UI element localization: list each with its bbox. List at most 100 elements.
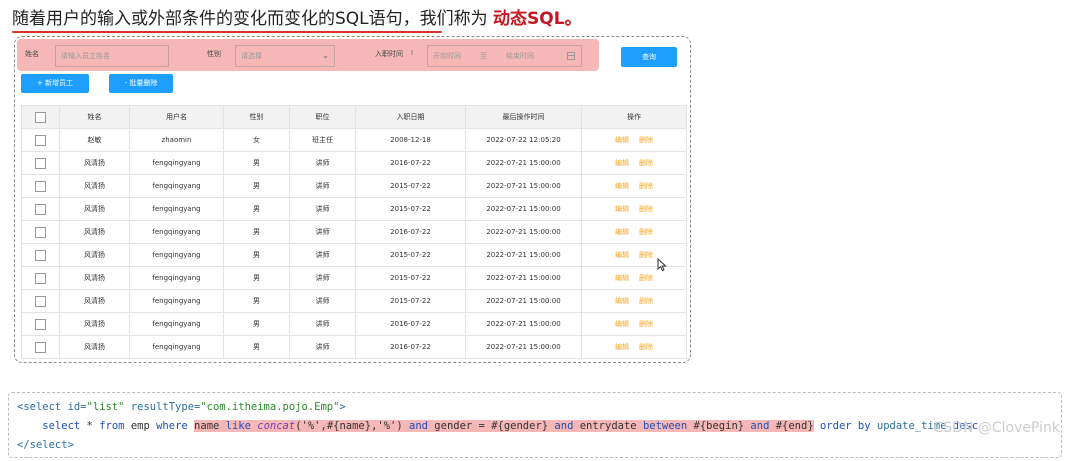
table-cell: 2022-07-21 15:00:00: [465, 289, 582, 313]
code-token: #{begin}: [687, 420, 751, 432]
delete-link[interactable]: 删除: [639, 274, 653, 282]
code-token: where: [156, 420, 188, 432]
table-cell: 2022-07-21 15:00:00: [465, 312, 582, 336]
table-cell: 2022-07-21 15:00:00: [465, 174, 582, 198]
headline-underline: [12, 31, 442, 33]
edit-link[interactable]: 编辑: [615, 297, 629, 305]
code-token: and: [554, 420, 574, 432]
watermark: CSDN @ClovePink: [933, 420, 1061, 436]
table-cell: 2022-07-21 15:00:00: [465, 197, 582, 221]
row-checkbox-cell: [21, 151, 60, 175]
delete-link[interactable]: 删除: [639, 159, 653, 167]
row-checkbox[interactable]: [35, 272, 46, 284]
code-line-3: </select>: [17, 436, 74, 455]
delete-link[interactable]: 删除: [639, 182, 653, 190]
delete-link[interactable]: 删除: [639, 136, 653, 144]
code-token: "list": [86, 401, 125, 413]
code-token: #{end}: [769, 420, 814, 432]
table-cell: 2022-07-21 15:00:00: [465, 243, 582, 267]
edit-link[interactable]: 编辑: [615, 274, 629, 282]
delete-link[interactable]: 删除: [639, 320, 653, 328]
code-token: order by: [813, 420, 871, 432]
table-cell: 风清扬: [59, 243, 130, 267]
table-cell: 男: [223, 151, 290, 175]
edit-link[interactable]: 编辑: [615, 159, 629, 167]
row-checkbox-cell: [21, 289, 60, 313]
table-cell: 班主任: [289, 128, 356, 152]
code-token: </select>: [17, 439, 74, 451]
edit-link[interactable]: 编辑: [615, 251, 629, 259]
entry-date-range-picker[interactable]: 开始时间 至 结束时间: [427, 45, 582, 67]
entry-date-label: 入职时间: [375, 50, 403, 58]
table-cell: fengqingyang: [129, 220, 224, 244]
name-label: 姓名: [25, 50, 39, 58]
name-input[interactable]: 请输入员工姓名: [55, 45, 169, 67]
row-checkbox-cell: [21, 197, 60, 221]
table-cell: 赵敏: [59, 128, 130, 152]
table-cell: 2015-07-22: [355, 197, 466, 221]
table-cell: 2016-07-22: [355, 335, 466, 359]
code-token: from: [99, 420, 125, 432]
table-cell: 2015-07-22: [355, 174, 466, 198]
code-line-2: select * from emp where name like concat…: [17, 417, 978, 436]
table-cell: zhaomin: [129, 128, 224, 152]
code-token: emp: [124, 420, 157, 432]
batch-delete-button[interactable]: - 批量删除: [109, 74, 173, 93]
delete-link[interactable]: 删除: [639, 251, 653, 259]
edit-link[interactable]: 编辑: [615, 136, 629, 144]
edit-link[interactable]: 编辑: [615, 320, 629, 328]
edit-link[interactable]: 编辑: [615, 343, 629, 351]
column-header: 最后操作时间: [465, 105, 582, 129]
row-checkbox-cell: [21, 266, 60, 290]
row-checkbox-cell: [21, 312, 60, 336]
gender-select[interactable]: 请选择 ⌄: [235, 45, 335, 67]
select-all-checkbox[interactable]: [35, 111, 46, 123]
date-start-placeholder: 开始时间: [433, 52, 461, 60]
row-checkbox[interactable]: [35, 295, 46, 307]
code-token: and: [409, 420, 428, 432]
code-token: name: [194, 420, 226, 432]
column-header: 性别: [223, 105, 290, 129]
row-checkbox[interactable]: [35, 341, 46, 353]
row-checkbox-cell: [21, 335, 60, 359]
employee-management-panel: 姓名 请输入员工姓名 性别 请选择 ⌄ 入职时间 I 开始时间 至 结束时间 查询…: [14, 36, 691, 363]
row-checkbox[interactable]: [35, 157, 46, 169]
row-checkbox[interactable]: [35, 203, 46, 215]
row-checkbox[interactable]: [35, 180, 46, 192]
delete-link[interactable]: 删除: [639, 228, 653, 236]
edit-link[interactable]: 编辑: [615, 182, 629, 190]
row-checkbox[interactable]: [35, 226, 46, 238]
select-all-cell: [21, 105, 60, 129]
table-cell: 女: [223, 128, 290, 152]
edit-link[interactable]: 编辑: [615, 228, 629, 236]
row-checkbox-cell: [21, 128, 60, 152]
column-header: 职位: [289, 105, 356, 129]
code-token: ('%',#{name},'%'): [295, 420, 410, 432]
calendar-icon: [567, 52, 575, 60]
row-checkbox[interactable]: [35, 249, 46, 261]
code-token: >: [339, 401, 346, 413]
table-cell: fengqingyang: [129, 243, 224, 267]
code-line-1: <select id="list" resultType="com.itheim…: [17, 398, 346, 417]
row-checkbox[interactable]: [35, 134, 46, 146]
query-button[interactable]: 查询: [621, 47, 677, 67]
delete-link[interactable]: 删除: [639, 205, 653, 213]
table-cell: 男: [223, 243, 290, 267]
row-actions-cell: 编辑 删除: [581, 289, 687, 313]
column-header: 用户名: [129, 105, 224, 129]
row-checkbox[interactable]: [35, 318, 46, 330]
table-cell: 2016-07-22: [355, 312, 466, 336]
table-cell: 2022-07-21 15:00:00: [465, 220, 582, 244]
table-cell: 讲师: [289, 174, 356, 198]
table-cell: 讲师: [289, 289, 356, 313]
employee-table-body: 赵敏 zhaomin 女班主任 2008-12-18 2022-07-22 12:05:…: [21, 128, 687, 359]
highlighted-condition: name like concat('%',#{name},'%') and ge…: [194, 420, 814, 432]
table-cell: 男: [223, 266, 290, 290]
delete-link[interactable]: 删除: [639, 297, 653, 305]
delete-link[interactable]: 删除: [639, 343, 653, 351]
table-cell: 讲师: [289, 243, 356, 267]
table-cell: fengqingyang: [129, 174, 224, 198]
add-employee-button[interactable]: + 新增员工: [21, 74, 89, 93]
edit-link[interactable]: 编辑: [615, 205, 629, 213]
